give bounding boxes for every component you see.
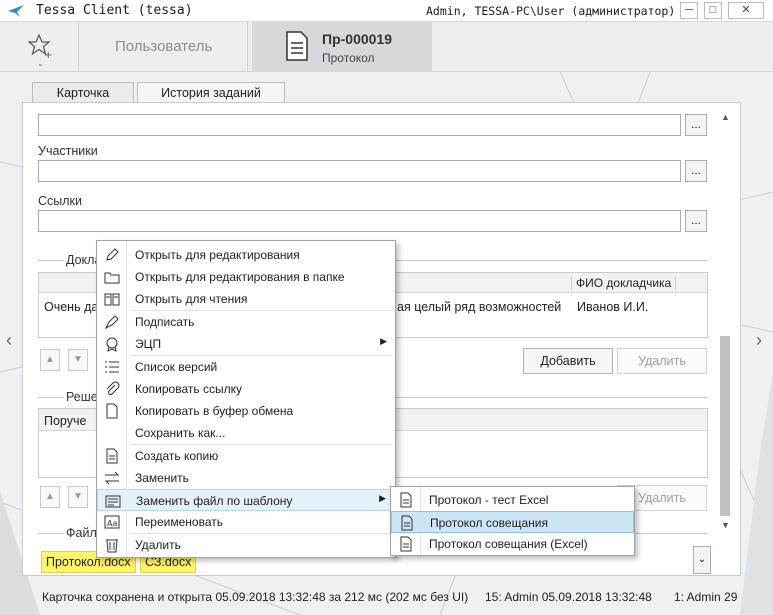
tab-user-label: Пользователь xyxy=(115,38,213,55)
template-icon xyxy=(105,495,121,508)
reports-row-topic-start[interactable]: Очень да xyxy=(44,300,98,314)
status-second: 15: Admin 05.09.2018 13:32:48 xyxy=(485,590,652,604)
submenu-protocol-meeting[interactable]: Протокол совещания xyxy=(391,511,634,533)
template-submenu: Протокол - тест Excel Протокол совещания… xyxy=(390,486,635,556)
menu-open-edit[interactable]: Открыть для редактирования xyxy=(97,244,395,266)
menu-replace[interactable]: Заменить xyxy=(97,467,395,489)
reports-row-topic-end[interactable]: ая целый ряд возможностей xyxy=(397,300,561,314)
nav-left-arrow-icon[interactable]: ‹ xyxy=(6,330,12,351)
links-browse-button[interactable]: ... xyxy=(685,210,707,232)
decisions-col[interactable]: Поруче xyxy=(44,414,86,428)
menu-digital-signature[interactable]: ЭЦП ▶ xyxy=(97,333,395,355)
scroll-thumb[interactable] xyxy=(720,336,730,516)
menu-copy-link[interactable]: Копировать ссылку xyxy=(97,378,395,400)
links-label: Ссылки xyxy=(38,194,83,208)
menu-open-read[interactable]: Открыть для чтения xyxy=(97,288,395,310)
window-titlebar: Tessa Client (tessa) Admin, TESSA-PC\Use… xyxy=(0,0,773,22)
menu-copy-clipboard[interactable]: Копировать в буфер обмена xyxy=(97,400,395,422)
document-icon xyxy=(106,403,118,419)
scroll-down-icon[interactable]: ▼ xyxy=(721,520,730,530)
top-field-browse-button[interactable]: ... xyxy=(685,114,707,136)
files-expand-chevron-icon[interactable]: ⌄ xyxy=(693,546,711,574)
decisions-move-up-icon[interactable]: ▲ xyxy=(40,486,60,508)
menu-replace-template[interactable]: Заменить файл по шаблону ▶ xyxy=(97,489,395,511)
header-bar: + ⌄ Пользователь Пр-000019 Протокол xyxy=(0,22,773,72)
decisions-label: Реше xyxy=(64,390,100,404)
paperclip-icon xyxy=(106,381,120,396)
menu-sign[interactable]: Подписать xyxy=(97,311,395,333)
document-icon xyxy=(400,536,412,552)
tab-task-history[interactable]: История заданий xyxy=(137,82,285,104)
decisions-move-down-icon[interactable]: ▼ xyxy=(68,486,88,508)
file-context-menu: Открыть для редактирования Открыть для р… xyxy=(96,240,396,558)
menu-open-edit-folder[interactable]: Открыть для редактирования в папке xyxy=(97,266,395,288)
nav-right-arrow-icon[interactable]: › xyxy=(756,330,762,351)
minimize-button[interactable]: ─ xyxy=(680,2,698,19)
menu-versions[interactable]: Список версий xyxy=(97,356,395,378)
list-icon xyxy=(105,361,119,373)
chevron-down-icon[interactable]: ⌄ xyxy=(37,59,44,68)
menu-save-as[interactable]: Сохранить как... xyxy=(97,422,395,444)
window-title: Tessa Client (tessa) xyxy=(36,3,193,18)
participants-input[interactable] xyxy=(38,160,681,182)
links-input[interactable] xyxy=(38,210,681,232)
document-icon xyxy=(400,492,412,508)
submenu-arrow-icon: ▶ xyxy=(379,493,386,503)
svg-text:+: + xyxy=(44,50,52,60)
current-user: Admin, TESSA-PC\User (администратор) xyxy=(426,4,676,18)
add-button[interactable]: Добавить xyxy=(523,348,613,374)
tab-user[interactable]: Пользователь xyxy=(78,22,248,72)
document-number: Пр-000019 xyxy=(322,31,392,47)
reports-move-down-icon[interactable]: ▼ xyxy=(68,349,88,371)
submenu-arrow-icon: ▶ xyxy=(380,336,387,346)
maximize-button[interactable]: □ xyxy=(704,2,722,19)
favorites-star-icon[interactable]: + xyxy=(28,34,54,60)
top-field-input[interactable] xyxy=(38,114,681,136)
close-button[interactable]: ✕ xyxy=(728,2,764,19)
document-icon xyxy=(286,31,308,61)
copy-icon xyxy=(106,448,118,464)
document-icon xyxy=(401,515,413,531)
reports-move-up-icon[interactable]: ▲ xyxy=(40,349,60,371)
scroll-up-icon[interactable]: ▲ xyxy=(721,112,730,122)
submenu-protocol-meeting-excel[interactable]: Протокол совещания (Excel) xyxy=(391,533,634,555)
menu-create-copy[interactable]: Создать копию xyxy=(97,445,395,467)
document-type: Протокол xyxy=(322,51,375,65)
files-label: Файл xyxy=(64,526,99,540)
status-message: Карточка сохранена и открыта 05.09.2018 … xyxy=(42,590,469,604)
menu-rename[interactable]: Aa Переименовать xyxy=(97,511,395,533)
status-bar: Карточка сохранена и открыта 05.09.2018 … xyxy=(22,586,773,608)
delete-button[interactable]: Удалить xyxy=(617,348,707,374)
certificate-icon xyxy=(106,337,118,352)
rename-icon: Aa xyxy=(104,515,120,529)
tab-card[interactable]: Карточка xyxy=(32,82,134,104)
trash-icon xyxy=(106,539,118,553)
menu-delete[interactable]: Удалить xyxy=(97,534,395,556)
svg-text:Aa: Aa xyxy=(107,519,117,528)
reports-row-speaker[interactable]: Иванов И.И. xyxy=(577,300,648,314)
tessa-logo-icon xyxy=(8,5,24,17)
tab-document[interactable]: Пр-000019 Протокол xyxy=(252,22,432,72)
submenu-protocol-test-excel[interactable]: Протокол - тест Excel xyxy=(391,489,634,511)
participants-label: Участники xyxy=(38,144,98,158)
pen-icon xyxy=(104,315,119,330)
swap-icon xyxy=(104,471,120,485)
folder-icon xyxy=(104,272,120,284)
reports-col-speaker[interactable]: ФИО докладчика xyxy=(571,276,677,290)
book-icon xyxy=(104,293,120,306)
participants-browse-button[interactable]: ... xyxy=(685,160,707,182)
pencil-icon xyxy=(106,248,119,261)
status-third: 1: Admin 29 xyxy=(674,590,738,604)
